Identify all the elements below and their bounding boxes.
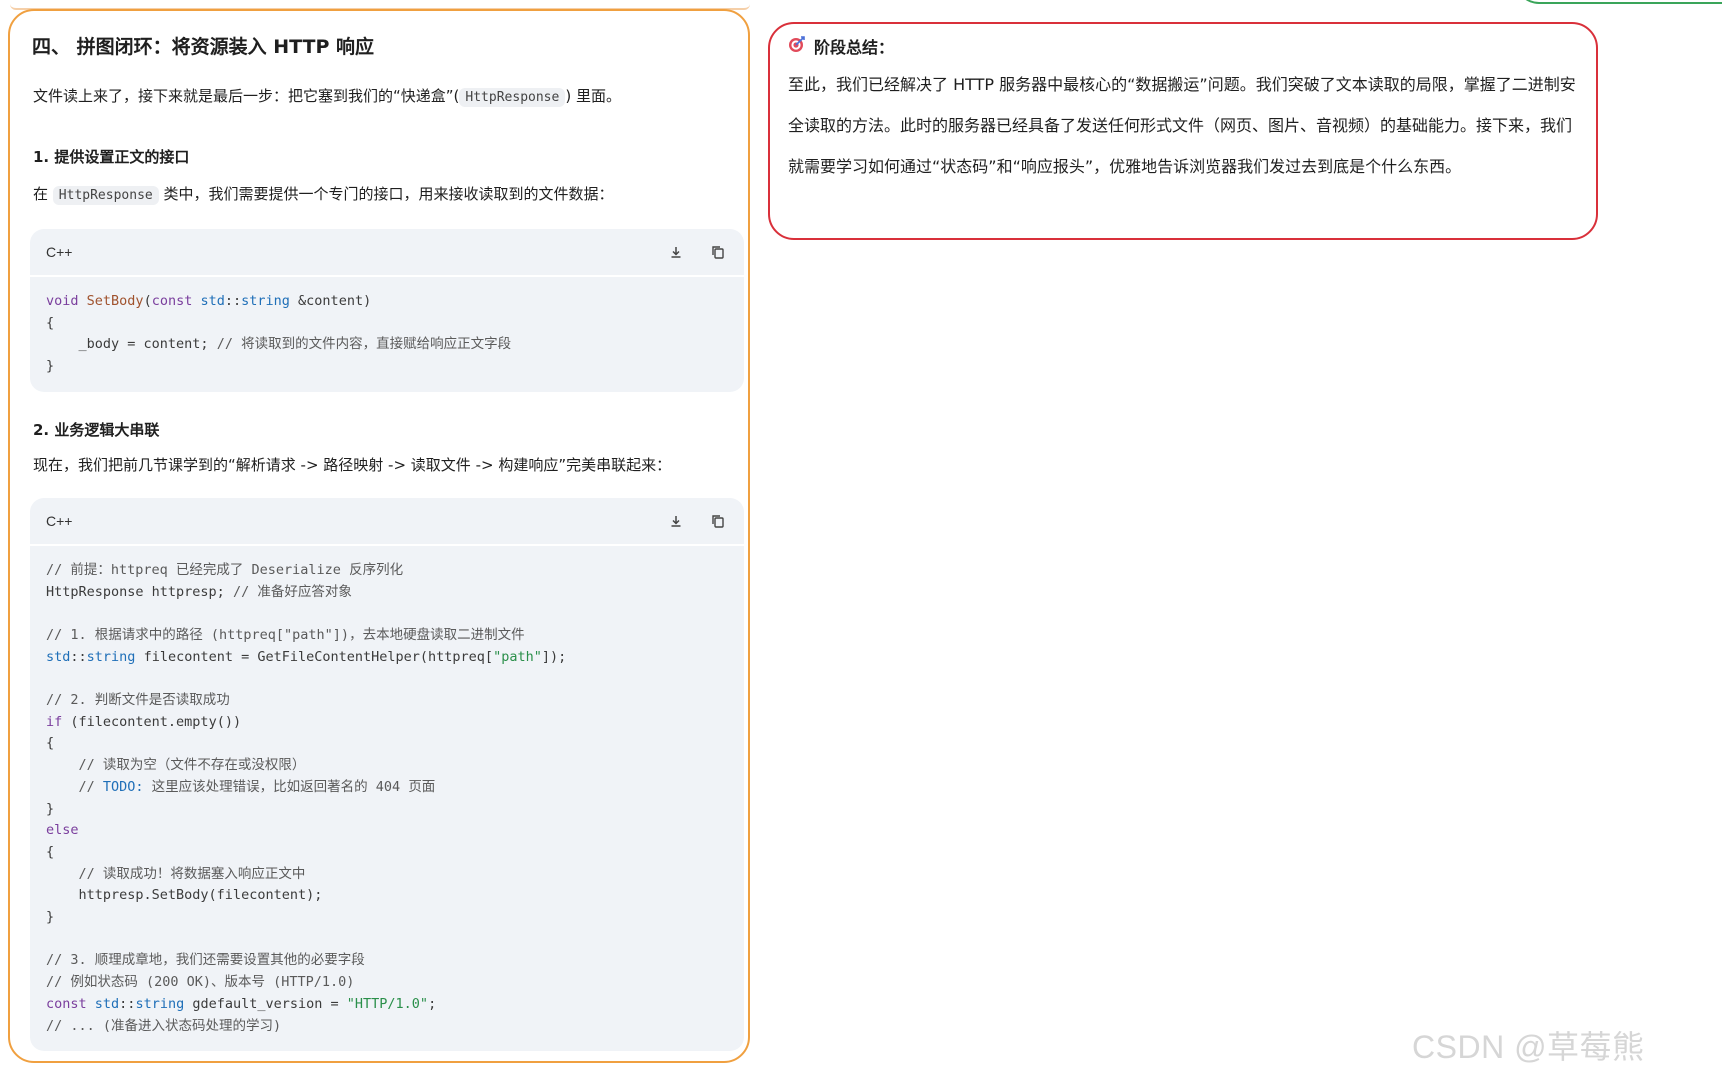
step2-heading: 2. 业务逻辑大串联 (33, 420, 160, 439)
step1-heading: 1. 提供设置正文的接口 (33, 148, 190, 166)
code-header: C++ (30, 498, 744, 546)
summary-text: 至此，我们已经解决了 HTTP 服务器中最核心的“数据搬运”问题。我们突破了文本… (788, 75, 1576, 176)
code-language-label: C++ (46, 244, 73, 260)
step1-paragraph: 在 HttpResponse 类中，我们需要提供一个专门的接口，用来接收读取到的… (33, 185, 614, 205)
watermark: CSDN @草莓熊Lotso (1412, 1029, 1645, 1073)
download-icon[interactable] (666, 511, 686, 531)
copy-icon[interactable] (708, 242, 728, 262)
code-body: // 前提：httpreq 已经完成了 Deserialize 反序列化 Htt… (46, 561, 567, 1034)
code-block-pipeline: C++ // 前提：httpreq 已经完成了 Deserialize 反序列化… (30, 497, 744, 1052)
code-header: C++ (30, 229, 744, 277)
code-language-label: C++ (46, 512, 73, 529)
inline-code: HttpResponse (52, 186, 159, 205)
target-icon (788, 35, 806, 57)
intro-paragraph: 文件读上来了，接下来就是最后一步：把它塞到我们的“快递盒”(HttpRespon… (33, 87, 621, 107)
section-title: 四、 拼图闭环：将资源装入 HTTP 响应 (32, 36, 375, 58)
inline-code: HttpResponse (459, 88, 566, 107)
copy-icon[interactable] (708, 511, 728, 531)
summary-title: 阶段总结： (814, 38, 895, 57)
code-body: void SetBody(const std::string &content)… (46, 293, 512, 375)
download-icon[interactable] (666, 242, 686, 262)
summary-title-row: 阶段总结： (788, 28, 1570, 64)
step2-paragraph: 现在，我们把前几节课学到的“解析请求 -> 路径映射 -> 读取文件 -> 构建… (33, 455, 672, 474)
stage-summary-card: 阶段总结： 至此，我们已经解决了 HTTP 服务器中最核心的“数据搬运”问题。我… (768, 22, 1598, 240)
content-card: 四、 拼图闭环：将资源装入 HTTP 响应 文件读上来了，接下来就是最后一步：把… (8, 9, 750, 1063)
top-right-decoration (1515, 0, 1722, 4)
code-block-setbody: C++ void SetBody(const std::string &cont… (30, 229, 744, 392)
